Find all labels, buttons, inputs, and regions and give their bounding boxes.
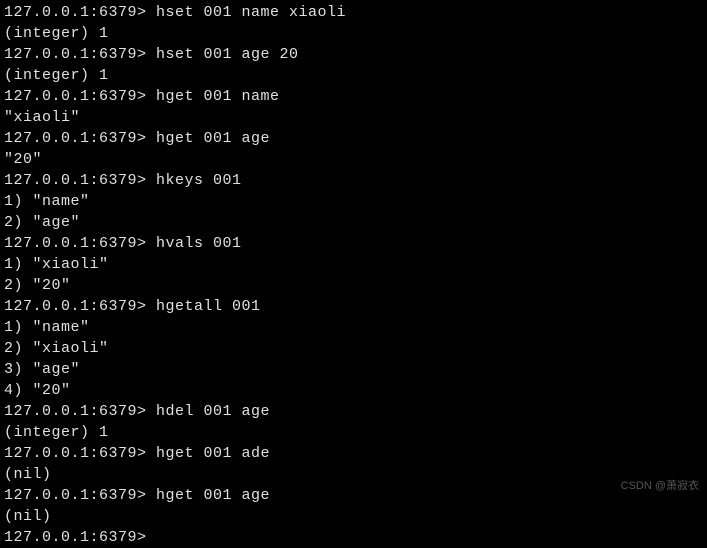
command-line: 127.0.0.1:6379> hgetall 001 [4,296,703,317]
command-text: hkeys 001 [147,172,242,189]
prompt: 127.0.0.1:6379> [4,403,147,420]
output-text: 3) "age" [4,361,80,378]
output-text: "20" [4,151,42,168]
output-text: (integer) 1 [4,424,109,441]
output-line: 1) "name" [4,317,703,338]
output-line: (integer) 1 [4,65,703,86]
output-text: (nil) [4,466,52,483]
command-text: hdel 001 age [147,403,271,420]
prompt: 127.0.0.1:6379> [4,529,147,546]
command-text: hget 001 name [147,88,280,105]
command-line: 127.0.0.1:6379> hget 001 age [4,485,703,506]
command-line: 127.0.0.1:6379> hset 001 name xiaoli [4,2,703,23]
output-text: 2) "20" [4,277,71,294]
command-line: 127.0.0.1:6379> hdel 001 age [4,401,703,422]
output-line: (integer) 1 [4,23,703,44]
prompt: 127.0.0.1:6379> [4,298,147,315]
output-text: "xiaoli" [4,109,80,126]
output-text: 4) "20" [4,382,71,399]
output-line: 1) "name" [4,191,703,212]
command-line: 127.0.0.1:6379> hget 001 ade [4,443,703,464]
output-line: (integer) 1 [4,422,703,443]
command-line: 127.0.0.1:6379> [4,527,703,548]
command-line: 127.0.0.1:6379> hset 001 age 20 [4,44,703,65]
output-line: 4) "20" [4,380,703,401]
output-line: "xiaoli" [4,107,703,128]
output-text: 1) "name" [4,193,90,210]
output-line: (nil) [4,506,703,527]
command-line: 127.0.0.1:6379> hvals 001 [4,233,703,254]
output-text: (integer) 1 [4,67,109,84]
output-text: (nil) [4,508,52,525]
command-text: hvals 001 [147,235,242,252]
command-text: hset 001 age 20 [147,46,299,63]
command-text: hset 001 name xiaoli [147,4,347,21]
output-text: (integer) 1 [4,25,109,42]
output-line: 2) "xiaoli" [4,338,703,359]
prompt: 127.0.0.1:6379> [4,172,147,189]
output-text: 2) "xiaoli" [4,340,109,357]
command-line: 127.0.0.1:6379> hget 001 age [4,128,703,149]
prompt: 127.0.0.1:6379> [4,235,147,252]
output-line: "20" [4,149,703,170]
command-line: 127.0.0.1:6379> hget 001 name [4,86,703,107]
prompt: 127.0.0.1:6379> [4,445,147,462]
output-line: 2) "age" [4,212,703,233]
command-text: hget 001 ade [147,445,271,462]
prompt: 127.0.0.1:6379> [4,130,147,147]
output-line: 2) "20" [4,275,703,296]
command-line: 127.0.0.1:6379> hkeys 001 [4,170,703,191]
command-text: hget 001 age [147,130,271,147]
watermark: CSDN @萧寂衣 [621,479,699,494]
prompt: 127.0.0.1:6379> [4,88,147,105]
output-text: 1) "xiaoli" [4,256,109,273]
prompt: 127.0.0.1:6379> [4,46,147,63]
prompt: 127.0.0.1:6379> [4,4,147,21]
output-line: (nil) [4,464,703,485]
output-text: 1) "name" [4,319,90,336]
output-text: 2) "age" [4,214,80,231]
output-line: 1) "xiaoli" [4,254,703,275]
terminal-output[interactable]: 127.0.0.1:6379> hset 001 name xiaoli (int… [4,2,703,548]
command-text: hgetall 001 [147,298,261,315]
output-line: 3) "age" [4,359,703,380]
prompt: 127.0.0.1:6379> [4,487,147,504]
command-text: hget 001 age [147,487,271,504]
